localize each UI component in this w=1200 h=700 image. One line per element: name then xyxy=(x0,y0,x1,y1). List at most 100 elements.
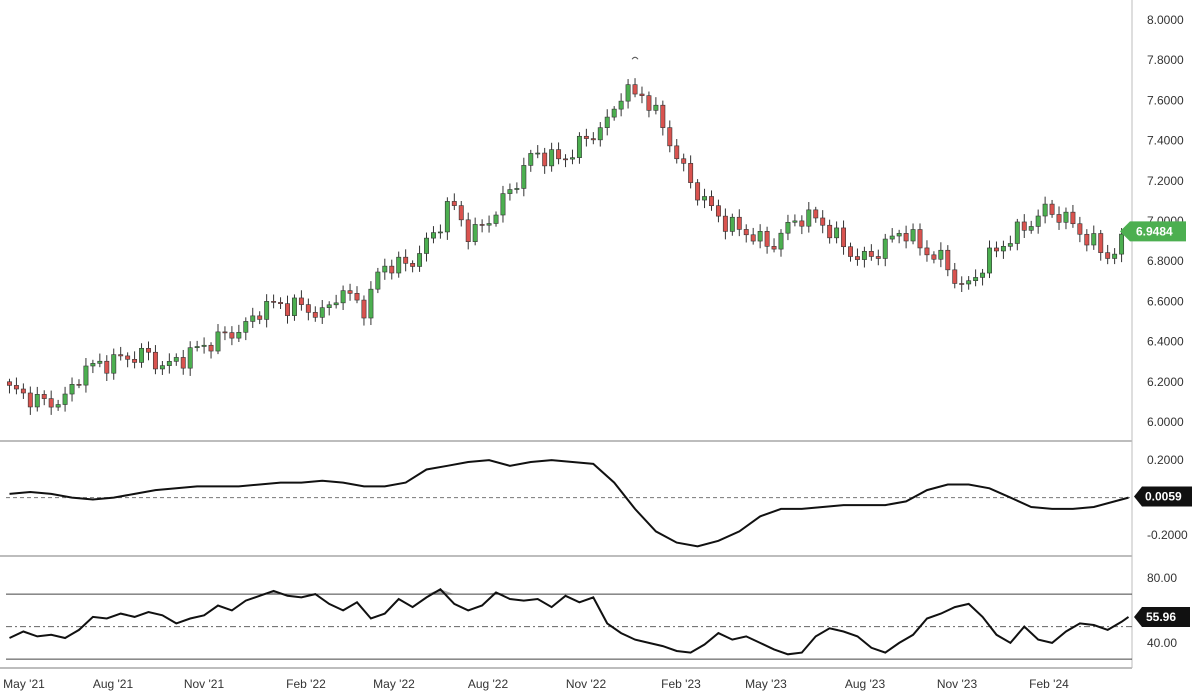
candle-body xyxy=(896,233,902,237)
candle-body xyxy=(639,93,645,96)
candle-body xyxy=(597,127,603,141)
candle-body xyxy=(695,182,701,201)
candle-body xyxy=(166,361,172,366)
candle-body xyxy=(7,381,12,386)
candle-body xyxy=(215,331,221,352)
candle-body xyxy=(1091,233,1097,246)
candle-body xyxy=(653,104,659,111)
candle-body xyxy=(493,214,499,224)
candle-body xyxy=(333,302,339,306)
candle-body xyxy=(257,315,263,320)
x-tick-label: Nov '22 xyxy=(566,677,607,691)
candle-body xyxy=(1028,226,1034,231)
osc-tick-label: -0.2000 xyxy=(1147,528,1188,542)
candle-body xyxy=(1049,203,1055,215)
x-tick-label: Feb '24 xyxy=(1029,677,1069,691)
rsi-panel xyxy=(6,588,1132,660)
candle-body xyxy=(97,360,103,364)
candle-body xyxy=(542,152,548,167)
candle-body xyxy=(1119,233,1125,255)
x-tick-label: May '23 xyxy=(745,677,787,691)
candle-body xyxy=(1014,221,1020,244)
candle-body xyxy=(347,290,353,294)
candle-body xyxy=(361,299,367,319)
candle-body xyxy=(625,84,631,102)
candle-body xyxy=(111,354,117,374)
rsi-line xyxy=(9,588,1130,656)
candle-body xyxy=(1084,233,1090,246)
candle-body xyxy=(1105,252,1111,259)
candle-body xyxy=(875,256,881,259)
oscillator-panel xyxy=(6,459,1132,548)
candle-body xyxy=(159,365,165,370)
candle-body xyxy=(507,189,513,194)
candle-body xyxy=(514,188,520,190)
price-tick-label: 6.8000 xyxy=(1147,254,1184,268)
candle-body xyxy=(417,253,423,267)
last-price-label: 6.9484 xyxy=(1136,224,1173,238)
candle-body xyxy=(285,303,290,316)
candle-body xyxy=(152,351,158,370)
candle-body xyxy=(688,163,694,183)
candle-body xyxy=(750,234,756,242)
candle-body xyxy=(472,224,478,242)
candle-body xyxy=(1021,221,1027,231)
candle-body xyxy=(702,196,707,201)
candle-body xyxy=(681,158,687,164)
candle-body xyxy=(882,238,888,259)
price-tick-label: 6.4000 xyxy=(1147,335,1184,349)
candle-body xyxy=(139,348,144,363)
candle-body xyxy=(229,332,235,339)
candle-body xyxy=(410,263,416,267)
candle-body xyxy=(83,365,89,386)
candle-body xyxy=(90,363,96,367)
candle-body xyxy=(431,232,436,239)
candle-body xyxy=(298,297,304,305)
candle-body xyxy=(382,265,388,273)
candle-body xyxy=(736,216,742,230)
candle-body xyxy=(104,360,110,374)
candle-body xyxy=(201,344,207,347)
candle-body xyxy=(994,247,999,252)
candle-body xyxy=(841,227,847,248)
candle-body xyxy=(1063,211,1069,223)
candle-body xyxy=(709,196,714,207)
candle-body xyxy=(715,205,721,217)
candle-body xyxy=(250,315,256,322)
rsi-tick-label: 40.00 xyxy=(1147,636,1177,650)
candle-body xyxy=(743,229,749,236)
candle-body xyxy=(938,249,944,260)
oscillator-line xyxy=(9,459,1129,548)
candle-body xyxy=(396,256,402,274)
x-tick-label: Feb '23 xyxy=(661,677,701,691)
x-tick-label: Aug '22 xyxy=(468,677,509,691)
x-tick-label: Nov '21 xyxy=(184,677,225,691)
x-tick-label: Aug '21 xyxy=(93,677,134,691)
candle-body xyxy=(910,229,916,242)
candle-body xyxy=(827,224,833,239)
candle-body xyxy=(444,201,450,233)
candle-body xyxy=(1056,214,1062,223)
candle-body xyxy=(118,354,124,357)
price-tick-label: 7.6000 xyxy=(1147,93,1184,107)
candle-body xyxy=(69,384,75,395)
candle-body xyxy=(41,394,47,399)
candle-body xyxy=(917,229,923,249)
candle-body xyxy=(611,108,617,118)
candle-body xyxy=(924,247,930,256)
candle-body xyxy=(590,138,596,141)
candle-body xyxy=(861,251,867,260)
candle-body xyxy=(987,247,992,274)
candle-body xyxy=(834,227,840,239)
price-tick-label: 6.0000 xyxy=(1147,415,1184,429)
candle-body xyxy=(854,256,860,260)
price-tick-label: 7.2000 xyxy=(1147,174,1184,188)
candle-body xyxy=(451,201,457,206)
candle-body xyxy=(500,193,506,216)
candle-body xyxy=(27,392,33,408)
price-tick-label: 8.0000 xyxy=(1147,13,1184,27)
candle-body xyxy=(973,277,979,282)
candle-body xyxy=(792,220,798,223)
candle-body xyxy=(799,220,805,227)
candle-body xyxy=(236,331,242,339)
